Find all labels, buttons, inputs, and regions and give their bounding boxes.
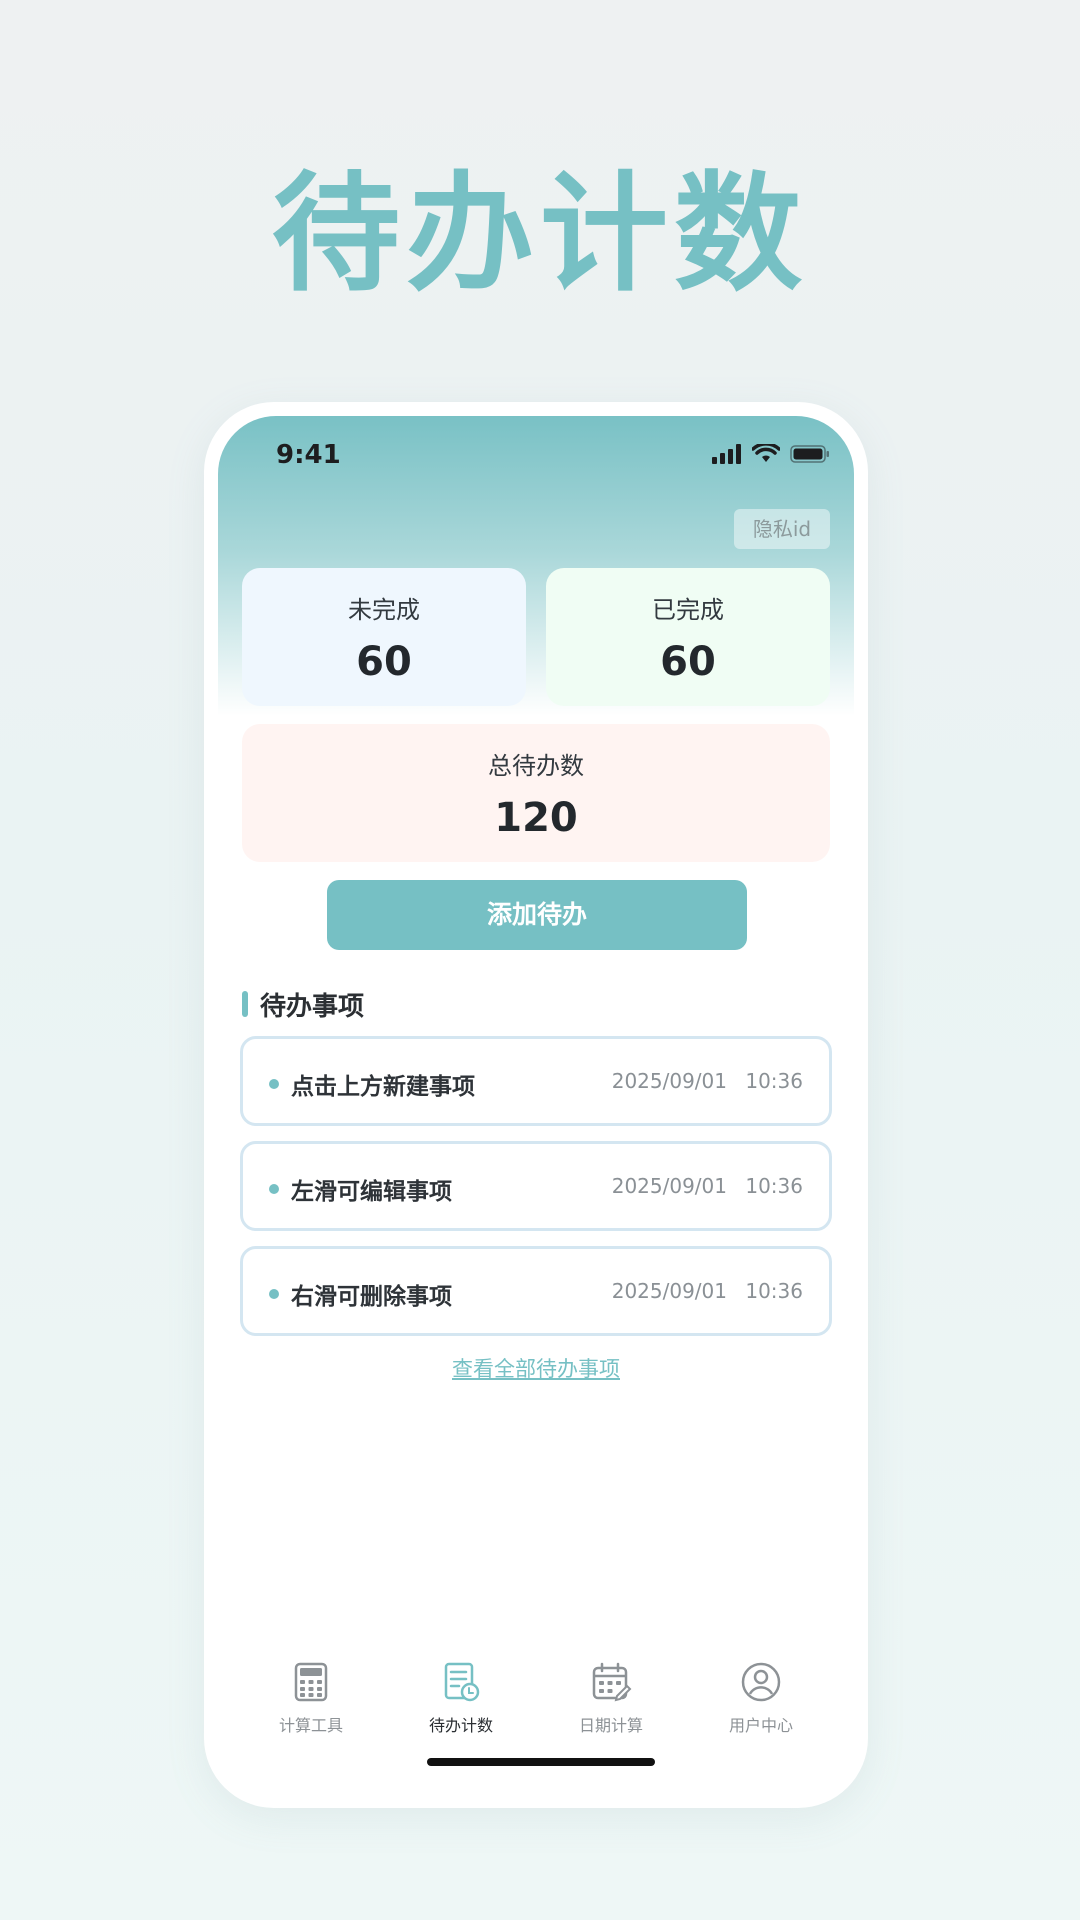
tab-todo-counter[interactable]: 待办计数 bbox=[401, 1660, 521, 1740]
total-count: 120 bbox=[494, 795, 578, 841]
todo-title: 右滑可删除事项 bbox=[291, 1284, 452, 1310]
incomplete-count: 60 bbox=[356, 639, 412, 685]
todo-date: 2025/09/01 bbox=[611, 1279, 727, 1303]
todo-section-header: 待办事项 bbox=[242, 988, 365, 1022]
incomplete-label: 未完成 bbox=[348, 596, 420, 624]
complete-label: 已完成 bbox=[652, 596, 724, 624]
total-label: 总待办数 bbox=[488, 752, 584, 780]
todo-time: 10:36 bbox=[745, 1069, 803, 1093]
status-time: 9:41 bbox=[276, 440, 341, 470]
tab-label: 待办计数 bbox=[428, 1716, 493, 1735]
view-all-todos-link[interactable]: 查看全部待办事项 bbox=[218, 1353, 854, 1383]
status-bar: 9:41 bbox=[218, 440, 854, 480]
incomplete-stat-card: 未完成 60 bbox=[242, 568, 526, 706]
complete-count: 60 bbox=[660, 639, 716, 685]
tab-user-center[interactable]: 用户中心 bbox=[701, 1660, 821, 1740]
privacy-id-button[interactable]: 隐私id bbox=[734, 509, 830, 549]
todo-date: 2025/09/01 bbox=[611, 1069, 727, 1093]
signal-icon bbox=[712, 444, 741, 464]
bullet-dot-icon bbox=[269, 1184, 279, 1194]
total-stat-card: 总待办数 120 bbox=[242, 724, 830, 862]
bottom-tabbar: 计算工具 待办计数 日期计算 用户中心 bbox=[218, 1660, 854, 1740]
section-title: 待办事项 bbox=[260, 991, 365, 1022]
phone-frame: 9:41 隐私id 未完成 60 已完成 60 总待办数 120 添加待办 待办… bbox=[204, 402, 868, 1808]
section-accent-bar bbox=[242, 991, 248, 1017]
todo-time: 10:36 bbox=[745, 1279, 803, 1303]
user-icon bbox=[741, 1662, 781, 1702]
hero-title: 待办计数 bbox=[271, 160, 808, 309]
tab-label: 日期计算 bbox=[578, 1716, 643, 1735]
bullet-dot-icon bbox=[269, 1079, 279, 1089]
battery-icon bbox=[790, 445, 829, 463]
todo-list: 点击上方新建事项 2025/09/01 10:36 左滑可编辑事项 2025/0… bbox=[240, 1036, 832, 1351]
todo-title: 左滑可编辑事项 bbox=[291, 1179, 452, 1205]
add-todo-button[interactable]: 添加待办 bbox=[327, 880, 747, 950]
todo-time: 10:36 bbox=[745, 1174, 803, 1198]
home-indicator bbox=[427, 1758, 655, 1766]
todo-date: 2025/09/01 bbox=[611, 1174, 727, 1198]
calendar-icon bbox=[592, 1662, 632, 1702]
todo-item[interactable]: 点击上方新建事项 2025/09/01 10:36 bbox=[240, 1036, 832, 1126]
tab-label: 计算工具 bbox=[278, 1716, 343, 1735]
wifi-icon bbox=[752, 444, 780, 462]
tab-date-calculator[interactable]: 日期计算 bbox=[551, 1660, 671, 1740]
todo-title: 点击上方新建事项 bbox=[291, 1074, 475, 1100]
app-screen: 9:41 隐私id 未完成 60 已完成 60 总待办数 120 添加待办 待办… bbox=[218, 416, 854, 1794]
complete-stat-card: 已完成 60 bbox=[546, 568, 830, 706]
tab-label: 用户中心 bbox=[728, 1716, 793, 1735]
bullet-dot-icon bbox=[269, 1289, 279, 1299]
todo-list-icon bbox=[444, 1662, 480, 1702]
status-icons bbox=[712, 444, 830, 464]
calculator-icon bbox=[294, 1662, 328, 1702]
todo-item[interactable]: 右滑可删除事项 2025/09/01 10:36 bbox=[240, 1246, 832, 1336]
todo-item[interactable]: 左滑可编辑事项 2025/09/01 10:36 bbox=[240, 1141, 832, 1231]
tab-calculator[interactable]: 计算工具 bbox=[251, 1660, 371, 1740]
